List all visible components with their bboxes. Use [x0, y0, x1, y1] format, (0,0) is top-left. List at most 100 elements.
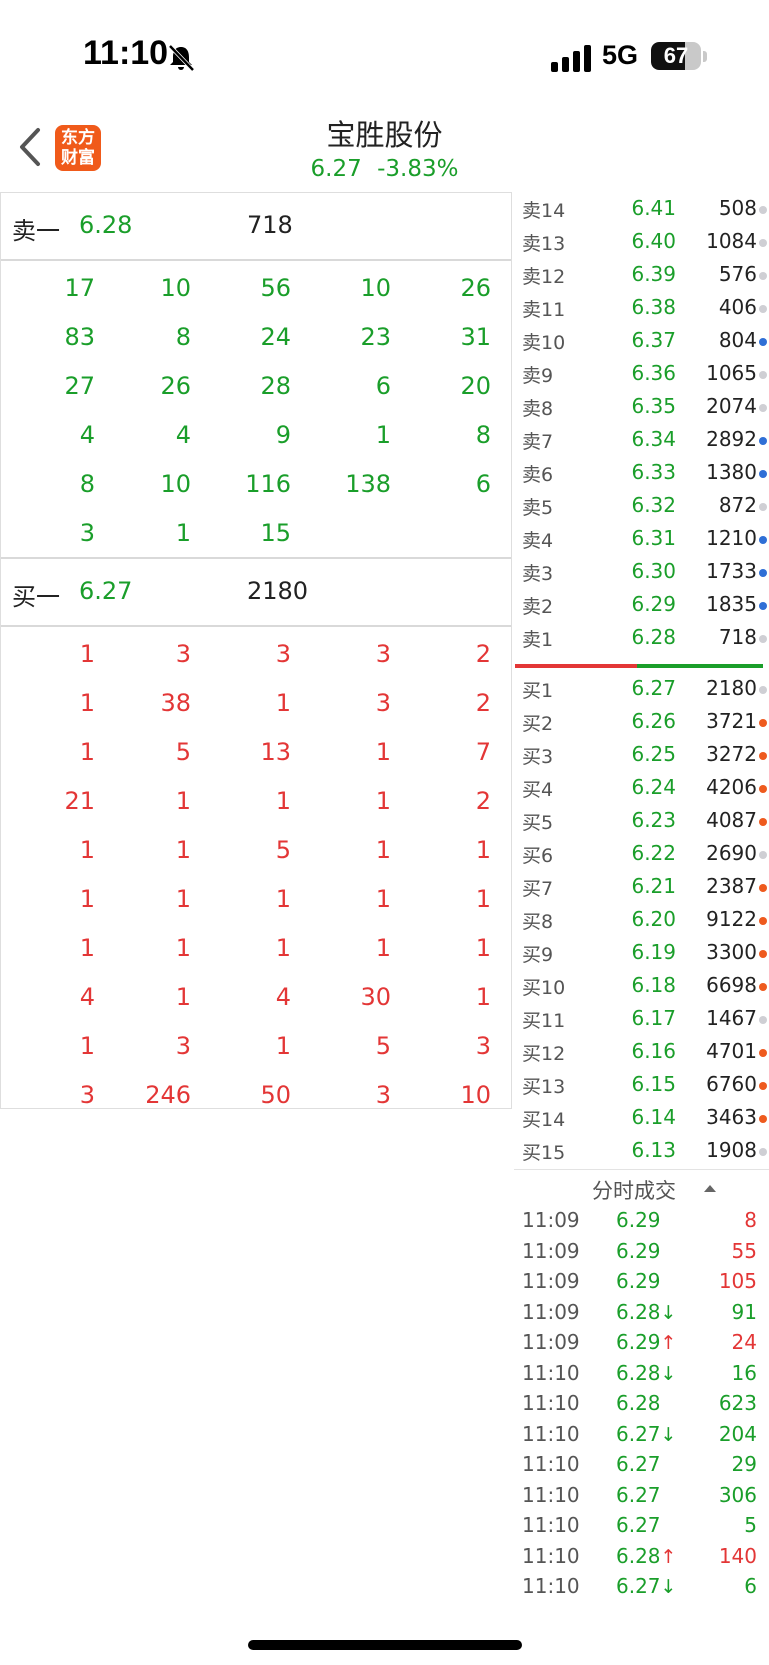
- order-book-row[interactable]: 买9 6.19 3300: [514, 936, 769, 969]
- buy_queue-cell: 3: [275, 640, 291, 668]
- level-label: 卖14: [522, 200, 566, 222]
- buy1-header-row[interactable]: 买一 6.27 2180: [1, 559, 511, 627]
- level-label: 卖2: [522, 596, 554, 618]
- tick-price: 6.28: [616, 1299, 661, 1324]
- order-book-row[interactable]: 卖10 6.37 804: [514, 324, 769, 357]
- price-change: -3.83%: [377, 156, 459, 182]
- level-volume: 2690: [706, 841, 757, 865]
- buy_queue-cell: 38: [160, 689, 191, 717]
- level-dot-indicator: [759, 437, 767, 445]
- order-book-row[interactable]: 买3 6.25 3272: [514, 738, 769, 771]
- buy_queue-cell: 1: [275, 885, 291, 913]
- tick-row: 11:09 6.29↑ 24: [514, 1328, 769, 1358]
- level-price: 6.13: [631, 1138, 676, 1162]
- level-price: 6.21: [631, 874, 676, 898]
- order-book-row[interactable]: 卖12 6.39 576: [514, 258, 769, 291]
- sell_queue-cell: 1: [175, 519, 191, 547]
- status-bar: 11:10 5G 67: [0, 0, 769, 100]
- level-label: 买5: [522, 812, 554, 834]
- order-book-row[interactable]: 卖4 6.31 1210: [514, 522, 769, 555]
- order-book-row[interactable]: 买12 6.16 4701: [514, 1035, 769, 1068]
- tick-volume: 6: [744, 1574, 757, 1598]
- level-volume: 3463: [706, 1105, 757, 1129]
- level-price: 6.39: [631, 262, 676, 286]
- buy_queue-cell: 3: [375, 640, 391, 668]
- order-book-row[interactable]: 买4 6.24 4206: [514, 771, 769, 804]
- sell_queue-cell: 4: [175, 421, 191, 449]
- order-book-row[interactable]: 卖7 6.34 2892: [514, 423, 769, 456]
- level-label: 卖4: [522, 530, 554, 552]
- home-indicator: [248, 1640, 522, 1650]
- order-book-row[interactable]: 买14 6.14 3463: [514, 1101, 769, 1134]
- sell_queue-cell: 23: [360, 323, 391, 351]
- order-book-row[interactable]: 卖2 6.29 1835: [514, 588, 769, 621]
- buy_queue-cell: 50: [260, 1081, 291, 1109]
- order-book-row[interactable]: 卖5 6.32 872: [514, 489, 769, 522]
- buy_queue-cell: 1: [375, 787, 391, 815]
- tick-price: 6.29: [616, 1208, 661, 1232]
- tick-price: 6.27: [616, 1513, 661, 1537]
- order-book-row[interactable]: 买8 6.20 9122: [514, 903, 769, 936]
- order-book-row[interactable]: 买10 6.18 6698: [514, 969, 769, 1002]
- order-book-row[interactable]: 卖6 6.33 1380: [514, 456, 769, 489]
- caret-up-icon: [704, 1185, 716, 1192]
- status-time: 11:10: [83, 34, 169, 72]
- tick-volume: 55: [731, 1238, 757, 1263]
- ask-ratio: [637, 664, 763, 668]
- buy_queue-cell: 1: [175, 836, 191, 864]
- order-book-row[interactable]: 买7 6.21 2387: [514, 870, 769, 903]
- level-price: 6.32: [631, 493, 676, 517]
- level-volume: 4701: [706, 1039, 757, 1063]
- sell_queue-cell: 26: [460, 274, 491, 302]
- level-dot-indicator: [759, 950, 767, 958]
- tick-time: 11:10: [522, 1421, 580, 1446]
- order-book-row[interactable]: 卖11 6.38 406: [514, 291, 769, 324]
- level-price: 6.30: [631, 559, 676, 583]
- tick-volume: 623: [718, 1391, 757, 1415]
- order-book-row[interactable]: 买5 6.23 4087: [514, 804, 769, 837]
- order-book-row[interactable]: 买11 6.17 1467: [514, 1002, 769, 1035]
- tick-price-wrap: 6.27↓: [616, 1422, 676, 1446]
- sell_queue-cell: 6: [475, 470, 491, 498]
- level-label: 买10: [522, 977, 566, 999]
- order-book-row[interactable]: 买13 6.15 6760: [514, 1068, 769, 1101]
- sell1-header-row[interactable]: 卖一 6.28 718: [1, 193, 511, 261]
- order-book-row[interactable]: 买1 6.27 2180: [514, 672, 769, 705]
- sell_queue-cell: 116: [245, 470, 291, 498]
- level-dot-indicator: [759, 917, 767, 925]
- order-book-row[interactable]: 卖8 6.35 2074: [514, 390, 769, 423]
- order-book-row[interactable]: 卖13 6.40 1084: [514, 225, 769, 258]
- order-book-row[interactable]: 卖1 6.28 718: [514, 621, 769, 654]
- buy1-price: 6.27: [79, 577, 133, 605]
- sell_queue-cell: 26: [160, 372, 191, 400]
- level-volume: 1733: [706, 559, 757, 583]
- tick-direction-arrow: ↓: [660, 1576, 677, 1598]
- buy_queue-cell: 1: [475, 836, 491, 864]
- level-price: 6.20: [631, 907, 676, 931]
- level-label: 卖13: [522, 233, 566, 255]
- tick-row: 11:09 6.29 55: [514, 1237, 769, 1267]
- tick-price: 6.28: [616, 1543, 661, 1568]
- buy_queue-cell: 1: [375, 836, 391, 864]
- level-volume: 3721: [706, 709, 757, 733]
- sell_queue-cell: 27: [64, 372, 95, 400]
- order-book-row[interactable]: 买2 6.26 3721: [514, 705, 769, 738]
- level-volume: 3272: [706, 742, 757, 766]
- sell_queue-cell: 8: [79, 470, 95, 498]
- level-price: 6.24: [631, 775, 676, 799]
- tick-price-wrap: 6.27↓: [616, 1574, 676, 1598]
- order-book-row[interactable]: 卖9 6.36 1065: [514, 357, 769, 390]
- order-book-row[interactable]: 卖3 6.30 1733: [514, 555, 769, 588]
- level-dot-indicator: [759, 272, 767, 280]
- bid-ask-ratio-bar: [515, 664, 763, 668]
- order-book-row[interactable]: 卖14 6.41 508: [514, 192, 769, 225]
- level-price: 6.23: [631, 808, 676, 832]
- level-dot-indicator: [759, 686, 767, 694]
- ticks-header[interactable]: 分时成交: [514, 1169, 769, 1206]
- order-book-row[interactable]: 买15 6.13 1908: [514, 1134, 769, 1167]
- level-dot-indicator: [759, 851, 767, 859]
- level-price: 6.40: [631, 229, 676, 253]
- order-book-row[interactable]: 买6 6.22 2690: [514, 837, 769, 870]
- level-dot-indicator: [759, 1016, 767, 1024]
- buy_queue-cell: 1: [375, 738, 391, 766]
